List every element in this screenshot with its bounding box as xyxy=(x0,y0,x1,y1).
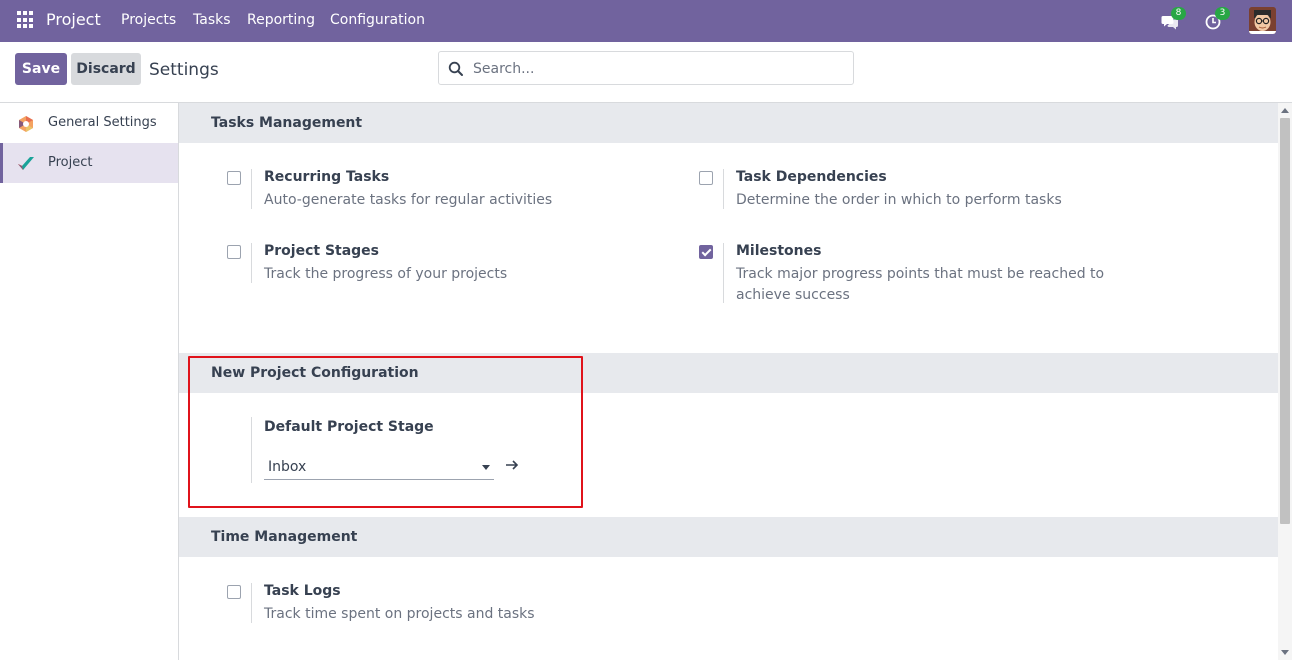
app-brand[interactable]: Project xyxy=(46,10,101,29)
top-navbar: Project Projects Tasks Reporting Configu… xyxy=(0,0,1292,42)
discard-button[interactable]: Discard xyxy=(71,53,141,85)
control-panel: Save Discard Settings xyxy=(0,42,1292,103)
setting-divider xyxy=(723,169,724,209)
default-project-stage-select[interactable]: Inbox xyxy=(264,455,494,480)
menu-projects[interactable]: Projects xyxy=(121,12,176,28)
sidebar-item-general-settings[interactable]: General Settings xyxy=(0,103,178,143)
user-avatar[interactable] xyxy=(1249,7,1276,34)
setting-divider xyxy=(251,583,252,623)
sidebar-item-label: Project xyxy=(48,155,93,170)
vertical-scrollbar[interactable] xyxy=(1278,103,1292,660)
scroll-up-icon[interactable] xyxy=(1281,108,1289,113)
project-app-icon xyxy=(18,157,34,170)
recurring-tasks-checkbox[interactable] xyxy=(227,171,241,185)
section-header-new-project-configuration: New Project Configuration xyxy=(179,353,1278,393)
search-box[interactable] xyxy=(438,51,854,85)
search-input[interactable] xyxy=(473,59,843,79)
section-title: New Project Configuration xyxy=(211,365,419,381)
setting-task-dependencies: Task Dependencies Determine the order in… xyxy=(699,169,1129,213)
section-header-time-management: Time Management xyxy=(179,517,1278,557)
setting-description: Determine the order in which to perform … xyxy=(736,192,1062,208)
setting-title: Milestones xyxy=(736,243,822,259)
select-value: Inbox xyxy=(268,459,307,475)
setting-divider xyxy=(251,169,252,209)
sidebar-item-label: General Settings xyxy=(48,115,157,130)
setting-divider xyxy=(723,243,724,303)
default-project-stage-label: Default Project Stage xyxy=(264,419,434,435)
setting-description: Track time spent on projects and tasks xyxy=(264,606,535,622)
activities-button[interactable]: 3 xyxy=(1205,7,1230,32)
milestones-checkbox[interactable] xyxy=(699,245,713,259)
setting-description: Auto-generate tasks for regular activiti… xyxy=(264,192,553,208)
section-header-tasks-management: Tasks Management xyxy=(179,103,1278,143)
search-icon xyxy=(448,61,463,76)
activities-badge: 3 xyxy=(1215,7,1230,20)
apps-menu-icon[interactable] xyxy=(17,11,35,29)
menu-tasks[interactable]: Tasks xyxy=(193,12,231,28)
messages-button[interactable]: 8 xyxy=(1161,7,1186,32)
setting-divider xyxy=(251,417,252,483)
setting-description: Track major progress points that must be… xyxy=(736,266,1105,303)
setting-title: Task Dependencies xyxy=(736,169,887,185)
section-title: Tasks Management xyxy=(211,115,363,131)
setting-title: Project Stages xyxy=(264,243,380,259)
settings-sidebar: General Settings Project xyxy=(0,103,179,660)
settings-content: Tasks Management Recurring Tasks Auto-ge… xyxy=(179,103,1278,660)
menu-configuration[interactable]: Configuration xyxy=(330,12,425,28)
setting-project-stages: Project Stages Track the progress of you… xyxy=(227,243,647,287)
save-button[interactable]: Save xyxy=(15,53,67,85)
breadcrumb: Settings xyxy=(149,60,219,80)
section-title: Time Management xyxy=(211,529,358,545)
task-dependencies-checkbox[interactable] xyxy=(699,171,713,185)
chevron-down-icon xyxy=(482,465,490,470)
project-stages-checkbox[interactable] xyxy=(227,245,241,259)
sidebar-item-project[interactable]: Project xyxy=(0,143,178,183)
odoo-logo-icon xyxy=(19,116,33,132)
menu-reporting[interactable]: Reporting xyxy=(247,12,315,28)
setting-title: Task Logs xyxy=(264,583,341,599)
setting-description: Track the progress of your projects xyxy=(264,266,508,282)
setting-title: Recurring Tasks xyxy=(264,169,390,185)
avatar-image xyxy=(1249,7,1276,34)
arrow-right-icon[interactable] xyxy=(505,458,519,472)
task-logs-checkbox[interactable] xyxy=(227,585,241,599)
setting-milestones: Milestones Track major progress points t… xyxy=(699,243,1129,305)
setting-recurring-tasks: Recurring Tasks Auto-generate tasks for … xyxy=(227,169,647,213)
setting-task-logs: Task Logs Track time spent on projects a… xyxy=(227,583,647,627)
scrollbar-thumb[interactable] xyxy=(1280,118,1290,524)
setting-divider xyxy=(251,243,252,283)
scroll-down-icon[interactable] xyxy=(1281,650,1289,655)
messages-badge: 8 xyxy=(1171,7,1186,20)
